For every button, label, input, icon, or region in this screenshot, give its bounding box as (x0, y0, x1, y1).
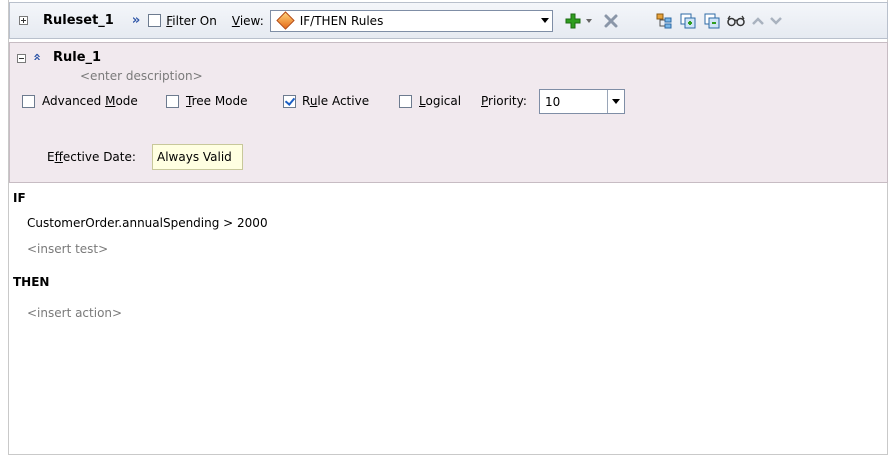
add-menu-chevron-icon[interactable] (585, 17, 593, 25)
filter-on-label[interactable]: Filter On (166, 14, 217, 28)
add-rule-icon[interactable] (564, 12, 582, 30)
move-down-icon[interactable] (769, 14, 783, 28)
advanced-mode-label[interactable]: Advanced Mode (42, 94, 138, 108)
rule-active-label[interactable]: Rule Active (302, 94, 369, 108)
glasses-icon[interactable] (726, 14, 745, 28)
insert-test-link[interactable]: <insert test> (27, 242, 108, 256)
ruleset-toolbar: Ruleset_1 » Filter On View: IF/THEN Rule… (9, 2, 888, 39)
priority-select[interactable]: 10 (539, 89, 625, 114)
effective-date-label: Effective Date: (47, 150, 136, 164)
chevron-down-icon[interactable] (538, 11, 552, 31)
then-label: THEN (13, 275, 50, 289)
priority-label: Priority: (481, 94, 527, 108)
rule-description-field[interactable]: <enter description> (80, 69, 203, 83)
tree-mode-checkbox[interactable] (166, 95, 179, 108)
filter-on-checkbox[interactable] (148, 14, 162, 27)
collapse-up-icon[interactable]: » (30, 53, 45, 61)
if-label: IF (13, 191, 26, 205)
view-select-value: IF/THEN Rules (299, 13, 384, 28)
view-label: View: (231, 13, 264, 28)
delete-icon[interactable] (603, 13, 619, 29)
tree-mode-label[interactable]: Tree Mode (186, 94, 248, 108)
collapse-all-icon[interactable]: » (132, 14, 140, 27)
condition-expression[interactable]: CustomerOrder.annualSpending > 2000 (27, 216, 268, 230)
expand-ruleset-icon[interactable] (19, 16, 28, 25)
view-select[interactable]: IF/THEN Rules (269, 9, 553, 32)
priority-value: 10 (545, 94, 561, 109)
move-up-icon[interactable] (751, 14, 765, 28)
tree-view-icon[interactable] (655, 12, 673, 30)
rule-panel: » Rule_1 <enter description> Advanced Mo… (9, 42, 888, 183)
collapse-rule-icon[interactable] (17, 54, 26, 63)
logical-label[interactable]: Logical (419, 94, 461, 108)
ruleset-name: Ruleset_1 (43, 13, 114, 28)
chevron-down-icon[interactable] (607, 90, 624, 113)
ifthen-rules-icon (276, 11, 295, 30)
rule-active-checkbox[interactable] (283, 95, 296, 108)
advanced-mode-checkbox[interactable] (22, 95, 35, 108)
logical-checkbox[interactable] (399, 95, 412, 108)
rule-name[interactable]: Rule_1 (53, 50, 101, 65)
expand-tables-icon[interactable] (679, 12, 697, 30)
insert-action-link[interactable]: <insert action> (27, 306, 122, 320)
collapse-tables-icon[interactable] (703, 12, 721, 30)
effective-date-field[interactable]: Always Valid (152, 144, 243, 170)
effective-date-value: Always Valid (157, 150, 232, 164)
